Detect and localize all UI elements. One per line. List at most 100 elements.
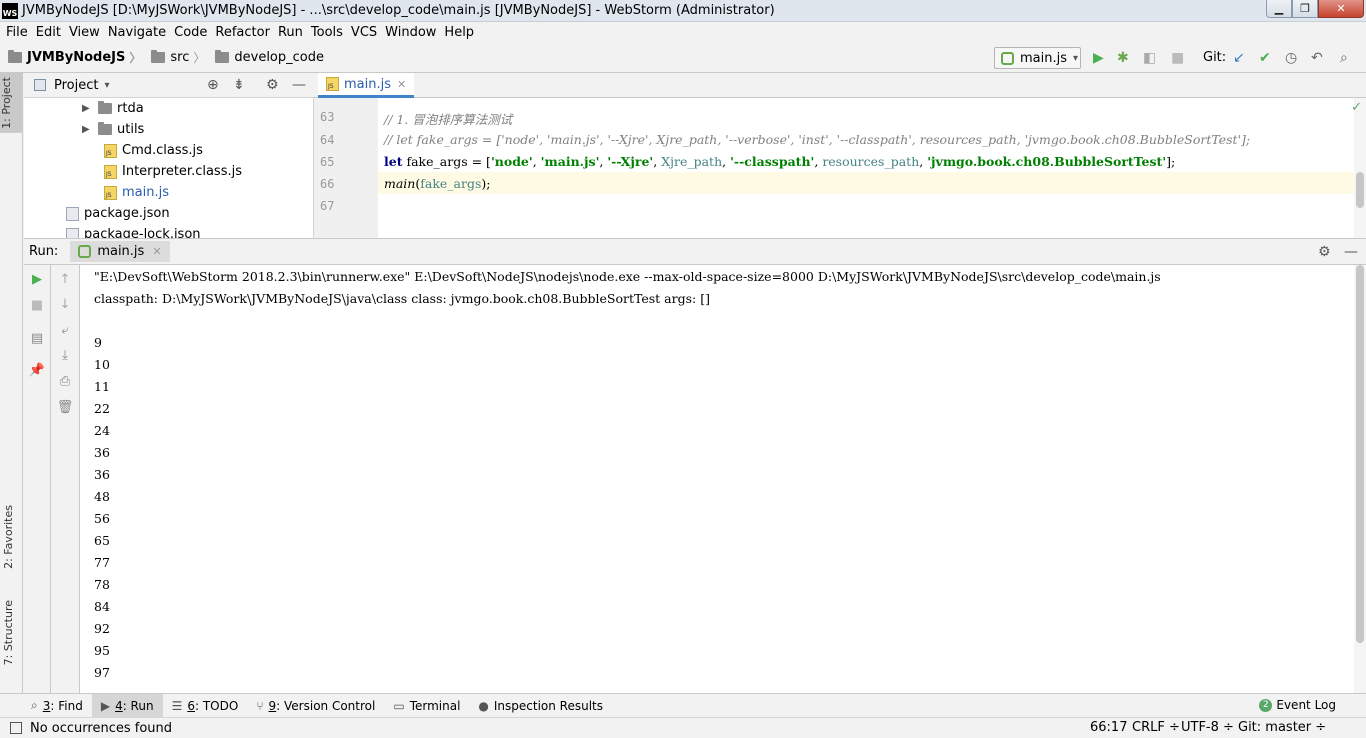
tree-item-utils[interactable]: ▶ utils xyxy=(82,119,144,140)
breadcrumb-project[interactable]: JVMByNodeJS 〉 xyxy=(0,49,143,66)
vcs-commit-icon[interactable]: ✔ xyxy=(1259,50,1271,66)
chevron-down-icon[interactable]: ▾ xyxy=(104,80,109,91)
search-icon[interactable]: ⌕ xyxy=(1340,50,1348,66)
tree-item-cmd-class-js[interactable]: JS Cmd.class.js xyxy=(104,140,203,161)
code-punct: ); xyxy=(481,176,491,191)
tool-windows-toggle-icon[interactable] xyxy=(10,722,22,734)
arrow-down-icon[interactable]: ↓ xyxy=(51,297,79,313)
run-configuration-select[interactable]: main.js ▾ xyxy=(994,47,1081,69)
tool-tab-todo[interactable]: ☰ 6: TODO xyxy=(163,694,248,717)
line-separator[interactable]: CRLF ÷ xyxy=(1132,720,1180,735)
event-count-badge: 2 xyxy=(1259,698,1273,712)
revert-icon[interactable]: ↶ xyxy=(1311,50,1323,66)
console-line: 24 xyxy=(94,423,110,438)
coverage-icon[interactable]: ◧ xyxy=(1143,50,1156,66)
tree-item-rtda[interactable]: ▶ rtda xyxy=(82,98,144,119)
print-icon[interactable]: ⎙ xyxy=(51,374,79,390)
close-tab-icon[interactable]: ✕ xyxy=(152,245,161,258)
folder-icon xyxy=(151,50,166,63)
tab-mnemonic: 3 xyxy=(42,698,51,713)
menu-edit[interactable]: Edit xyxy=(32,25,65,40)
scroll-thumb[interactable] xyxy=(1356,265,1364,643)
trash-icon[interactable]: 🗑 xyxy=(51,400,79,416)
search-icon: ⌕ xyxy=(31,698,38,712)
hide-icon[interactable]: — xyxy=(1344,244,1358,260)
debug-icon[interactable]: ✱ xyxy=(1117,50,1129,66)
project-panel-title[interactable]: Project xyxy=(54,78,98,93)
breadcrumb-src[interactable]: src 〉 xyxy=(143,49,207,66)
layout-icon[interactable]: ▤ xyxy=(24,331,50,347)
console-line: 92 xyxy=(94,621,110,636)
console-line: 9 xyxy=(94,335,102,350)
editor-tab-label: main.js xyxy=(344,76,391,92)
history-icon[interactable]: ◷ xyxy=(1285,50,1297,66)
window-controls: ▁ ❐ ✕ xyxy=(1266,0,1364,18)
menu-navigate[interactable]: Navigate xyxy=(104,25,170,40)
code-punct: , xyxy=(919,154,928,169)
locate-icon[interactable]: ⊕ xyxy=(207,77,219,93)
gear-icon[interactable]: ⚙ xyxy=(266,77,279,93)
menu-code[interactable]: Code xyxy=(170,25,211,40)
event-log-button[interactable]: 2 Event Log xyxy=(1259,698,1336,712)
run-console[interactable]: "E:\DevSoft\WebStorm 2018.2.3\bin\runner… xyxy=(80,265,1354,693)
arrow-up-icon[interactable]: ↑ xyxy=(51,272,79,288)
git-branch[interactable]: Git: master ÷ xyxy=(1238,720,1326,735)
tool-tab-find[interactable]: ⌕ 3: Find xyxy=(22,694,92,717)
favorites-tool-tab[interactable]: 2: Favorites xyxy=(2,505,15,569)
stop-icon[interactable]: ■ xyxy=(1171,50,1184,66)
menu-vcs[interactable]: VCS xyxy=(347,25,381,40)
project-tool-tab[interactable]: 1: Project xyxy=(0,73,22,133)
close-tab-icon[interactable]: ✕ xyxy=(397,78,406,91)
pin-icon[interactable]: 📌 xyxy=(24,363,50,379)
branch-icon: ⑂ xyxy=(256,698,264,713)
run-icon[interactable]: ▶ xyxy=(1093,50,1104,66)
console-line: 36 xyxy=(94,467,110,482)
tool-tab-inspection-results[interactable]: ● Inspection Results xyxy=(469,694,612,717)
menu-run[interactable]: Run xyxy=(274,25,307,40)
tab-label: Inspection Results xyxy=(493,698,604,713)
js-file-icon: JS xyxy=(104,143,117,158)
run-tab-main-js[interactable]: main.js ✕ xyxy=(70,241,170,262)
console-scrollbar[interactable] xyxy=(1354,265,1366,693)
menu-help[interactable]: Help xyxy=(440,25,478,40)
chevron-right-icon[interactable]: ▶ xyxy=(82,124,98,135)
tree-item-package-json[interactable]: package.json xyxy=(66,203,170,224)
line-number: 66 xyxy=(320,177,335,191)
stop-icon[interactable]: ■ xyxy=(24,298,50,314)
tool-tab-terminal[interactable]: ▭ Terminal xyxy=(384,694,469,717)
gear-icon[interactable]: ⚙ xyxy=(1318,244,1331,260)
scroll-thumb[interactable] xyxy=(1356,172,1364,208)
structure-tool-tab[interactable]: 7: Structure xyxy=(2,600,15,665)
tree-item-package-lock-json[interactable]: package-lock.json xyxy=(66,224,201,238)
scroll-to-end-icon[interactable]: ⤓ xyxy=(51,348,79,364)
maximize-button[interactable]: ❐ xyxy=(1292,0,1318,18)
rerun-icon[interactable]: ▶ xyxy=(24,272,50,288)
code-editor[interactable]: 63 64 65 66 67 // 1. 冒泡排序算法测试 // let fak… xyxy=(314,98,1366,238)
tool-tab-run[interactable]: ▶ 4: Run xyxy=(91,694,163,717)
file-encoding[interactable]: UTF-8 ÷ xyxy=(1181,720,1234,735)
caret-position[interactable]: 66:17 xyxy=(1090,720,1127,735)
console-line: 11 xyxy=(94,379,110,394)
close-button[interactable]: ✕ xyxy=(1318,0,1364,18)
folder-icon xyxy=(98,101,112,114)
editor-scrollbar[interactable] xyxy=(1354,98,1366,238)
soft-wrap-icon[interactable]: ⤶ xyxy=(51,323,79,339)
tree-item-interpreter-class-js[interactable]: JS Interpreter.class.js xyxy=(104,161,242,182)
chevron-right-icon[interactable]: ▶ xyxy=(82,103,98,114)
minimize-button[interactable]: ▁ xyxy=(1266,0,1292,18)
line-number: 63 xyxy=(320,110,335,124)
menu-file[interactable]: File xyxy=(2,25,32,40)
collapse-icon[interactable]: ⇟ xyxy=(233,77,245,93)
editor-tab-main-js[interactable]: JS main.js ✕ xyxy=(318,73,415,98)
vcs-update-icon[interactable]: ↙ xyxy=(1233,50,1245,66)
console-line: 78 xyxy=(94,577,110,592)
console-line: 48 xyxy=(94,489,110,504)
breadcrumb-develop-code[interactable]: develop_code xyxy=(207,50,326,65)
menu-view[interactable]: View xyxy=(65,25,104,40)
menu-refactor[interactable]: Refactor xyxy=(211,25,274,40)
menu-tools[interactable]: Tools xyxy=(307,25,347,40)
menu-window[interactable]: Window xyxy=(381,25,440,40)
tool-tab-version-control[interactable]: ⑂ 9: Version Control xyxy=(247,694,384,717)
tree-item-main-js[interactable]: JS main.js xyxy=(104,182,169,203)
hide-icon[interactable]: — xyxy=(292,77,306,93)
